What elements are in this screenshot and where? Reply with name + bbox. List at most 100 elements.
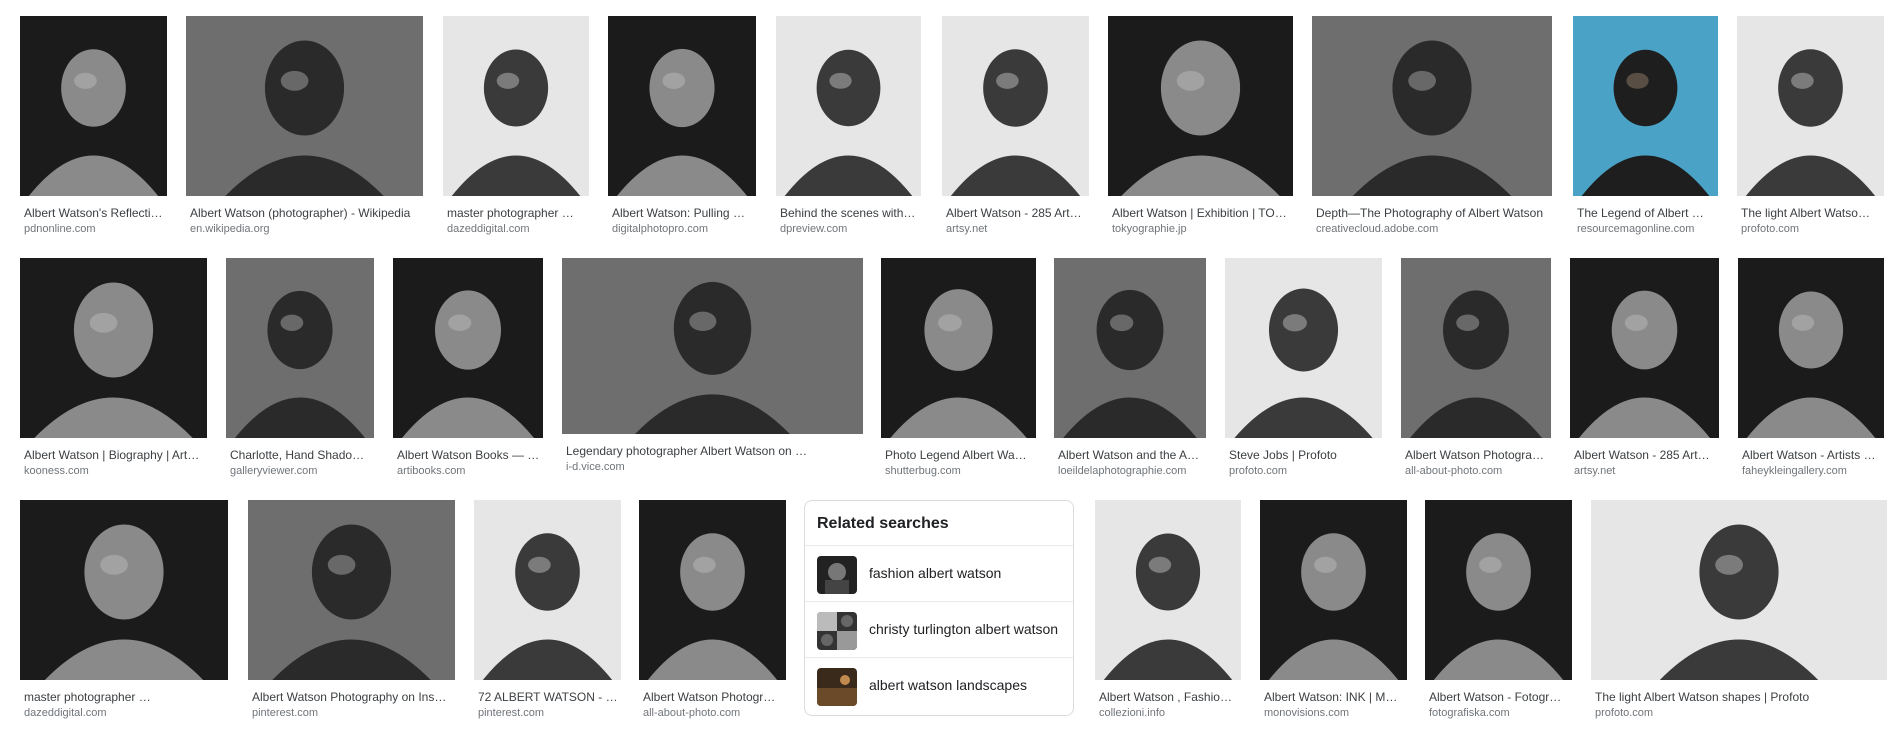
image-result[interactable]: Albert Watson Photogr… all-about-photo.co…: [639, 500, 786, 720]
result-thumbnail[interactable]: [1401, 258, 1551, 438]
image-result[interactable]: Albert Watson - 285 Art… artsy.net: [942, 16, 1089, 236]
result-thumbnail[interactable]: [608, 16, 756, 196]
result-source: kooness.com: [24, 465, 89, 477]
image-result[interactable]: Albert Watson | Exhibition | TO… tokyogra…: [1108, 16, 1293, 236]
image-result[interactable]: 72 ALBERT WATSON - … pinterest.com: [474, 500, 621, 720]
result-title[interactable]: Albert Watson Photography on Ins…: [252, 690, 453, 705]
related-search-thumbnail: [817, 556, 857, 594]
image-result[interactable]: Albert Watson's Reflecti… pdnonline.com: [20, 16, 167, 236]
result-source: pdnonline.com: [24, 223, 96, 235]
result-thumbnail[interactable]: [20, 500, 228, 680]
result-source: tokyographie.jp: [1112, 223, 1187, 235]
image-result[interactable]: The light Albert Watso… profoto.com: [1737, 16, 1884, 236]
result-title[interactable]: Albert Watson Books — …: [397, 448, 541, 463]
image-result[interactable]: Behind the scenes with… dpreview.com: [776, 16, 921, 236]
result-title[interactable]: master photographer …: [447, 206, 587, 221]
result-source: artsy.net: [946, 223, 988, 235]
result-thumbnail[interactable]: [186, 16, 423, 196]
result-title[interactable]: Charlotte, Hand Shado…: [230, 448, 372, 463]
result-thumbnail[interactable]: [226, 258, 374, 438]
result-thumbnail[interactable]: [1225, 258, 1382, 438]
image-result[interactable]: Photo Legend Albert Wa… shutterbug.com: [881, 258, 1036, 478]
result-title[interactable]: Albert Watson , Fashio…: [1099, 690, 1239, 705]
result-title[interactable]: The Legend of Albert …: [1577, 206, 1716, 221]
result-thumbnail[interactable]: [443, 16, 589, 196]
image-result[interactable]: Albert Watson Books — … artibooks.com: [393, 258, 543, 478]
result-title[interactable]: master photographer …: [24, 690, 226, 705]
image-result[interactable]: Albert Watson - Fotogr… fotografiska.com: [1425, 500, 1572, 720]
image-result[interactable]: Albert Watson | Biography | Art… kooness.…: [20, 258, 207, 478]
image-result[interactable]: The Legend of Albert … resourcemagonline.…: [1573, 16, 1718, 236]
result-title[interactable]: Albert Watson: Pulling …: [612, 206, 754, 221]
image-result[interactable]: The light Albert Watson shapes | Profoto…: [1591, 500, 1887, 720]
result-thumbnail[interactable]: [881, 258, 1036, 438]
image-result[interactable]: Depth—The Photography of Albert Watson cr…: [1312, 16, 1552, 236]
result-thumbnail[interactable]: [248, 500, 455, 680]
related-search-item[interactable]: fashion albert watson: [805, 545, 1073, 602]
related-searches-heading: Related searches: [817, 515, 949, 532]
result-thumbnail[interactable]: [1260, 500, 1407, 680]
result-title[interactable]: Albert Watson (photographer) - Wikipedia: [190, 206, 421, 221]
result-title[interactable]: Albert Watson - Fotogr…: [1429, 690, 1570, 705]
image-result[interactable]: Albert Watson , Fashio… collezioni.info: [1095, 500, 1241, 720]
result-source: dazeddigital.com: [447, 223, 530, 235]
result-title[interactable]: Albert Watson Photogra…: [1405, 448, 1549, 463]
result-thumbnail[interactable]: [1591, 500, 1887, 680]
result-thumbnail[interactable]: [1425, 500, 1572, 680]
result-thumbnail[interactable]: [20, 258, 207, 438]
result-title[interactable]: Albert Watson: INK | M…: [1264, 690, 1405, 705]
image-result[interactable]: Albert Watson: INK | M… monovisions.com: [1260, 500, 1407, 720]
image-result[interactable]: Steve Jobs | Profoto profoto.com: [1225, 258, 1382, 478]
result-title[interactable]: The light Albert Watson shapes | Profoto: [1595, 690, 1885, 705]
result-title[interactable]: Albert Watson Photogr…: [643, 690, 784, 705]
related-search-item[interactable]: christy turlington albert watson: [805, 601, 1073, 658]
image-result[interactable]: Charlotte, Hand Shado… galleryviewer.com: [226, 258, 374, 478]
result-thumbnail[interactable]: [1738, 258, 1884, 438]
image-result[interactable]: Albert Watson (photographer) - Wikipedia…: [186, 16, 423, 236]
image-result[interactable]: Albert Watson Photography on Ins… pintere…: [248, 500, 455, 720]
result-title[interactable]: Depth—The Photography of Albert Watson: [1316, 206, 1550, 221]
result-title[interactable]: Albert Watson and the A…: [1058, 448, 1204, 463]
result-title[interactable]: Albert Watson - 285 Art…: [1574, 448, 1717, 463]
image-result[interactable]: Albert Watson - 285 Art… artsy.net: [1570, 258, 1719, 478]
result-thumbnail[interactable]: [1573, 16, 1718, 196]
result-title[interactable]: 72 ALBERT WATSON - …: [478, 690, 619, 705]
result-thumbnail[interactable]: [1108, 16, 1293, 196]
result-title[interactable]: Albert Watson - 285 Art…: [946, 206, 1087, 221]
result-thumbnail[interactable]: [1095, 500, 1241, 680]
result-source: profoto.com: [1595, 707, 1654, 719]
result-thumbnail[interactable]: [20, 16, 167, 196]
image-result[interactable]: Albert Watson - Artists … faheykleingalle…: [1738, 258, 1884, 478]
result-title[interactable]: Legendary photographer Albert Watson on …: [566, 444, 861, 459]
result-thumbnail[interactable]: [474, 500, 621, 680]
image-result[interactable]: Albert Watson Photogra… all-about-photo.c…: [1401, 258, 1551, 478]
image-result[interactable]: Albert Watson: Pulling … digitalphotopro.…: [608, 16, 756, 236]
result-title[interactable]: Albert Watson - Artists …: [1742, 448, 1882, 463]
result-title[interactable]: The light Albert Watso…: [1741, 206, 1882, 221]
result-title[interactable]: Albert Watson's Reflecti…: [24, 206, 165, 221]
image-result[interactable]: master photographer … dazeddigital.com: [443, 16, 589, 236]
result-title[interactable]: Behind the scenes with…: [780, 206, 919, 221]
image-result[interactable]: master photographer … dazeddigital.com: [20, 500, 228, 720]
result-source: dazeddigital.com: [24, 707, 107, 719]
result-thumbnail[interactable]: [942, 16, 1089, 196]
image-result[interactable]: Legendary photographer Albert Watson on …: [562, 258, 863, 474]
result-thumbnail[interactable]: [1312, 16, 1552, 196]
result-thumbnail[interactable]: [1737, 16, 1884, 196]
result-source: pinterest.com: [478, 707, 545, 719]
result-source: monovisions.com: [1264, 707, 1349, 719]
result-title[interactable]: Steve Jobs | Profoto: [1229, 448, 1380, 463]
result-title[interactable]: Albert Watson | Exhibition | TO…: [1112, 206, 1291, 221]
related-search-item[interactable]: albert watson landscapes: [805, 657, 1073, 714]
result-title[interactable]: Albert Watson | Biography | Art…: [24, 448, 205, 463]
result-thumbnail[interactable]: [562, 258, 863, 434]
result-thumbnail[interactable]: [1054, 258, 1206, 438]
result-thumbnail[interactable]: [639, 500, 786, 680]
result-source: galleryviewer.com: [230, 465, 318, 477]
result-title[interactable]: Photo Legend Albert Wa…: [885, 448, 1034, 463]
result-thumbnail[interactable]: [1570, 258, 1719, 438]
result-source: shutterbug.com: [885, 465, 961, 477]
result-thumbnail[interactable]: [393, 258, 543, 438]
image-result[interactable]: Albert Watson and the A… loeildelaphotogr…: [1054, 258, 1206, 478]
result-thumbnail[interactable]: [776, 16, 921, 196]
